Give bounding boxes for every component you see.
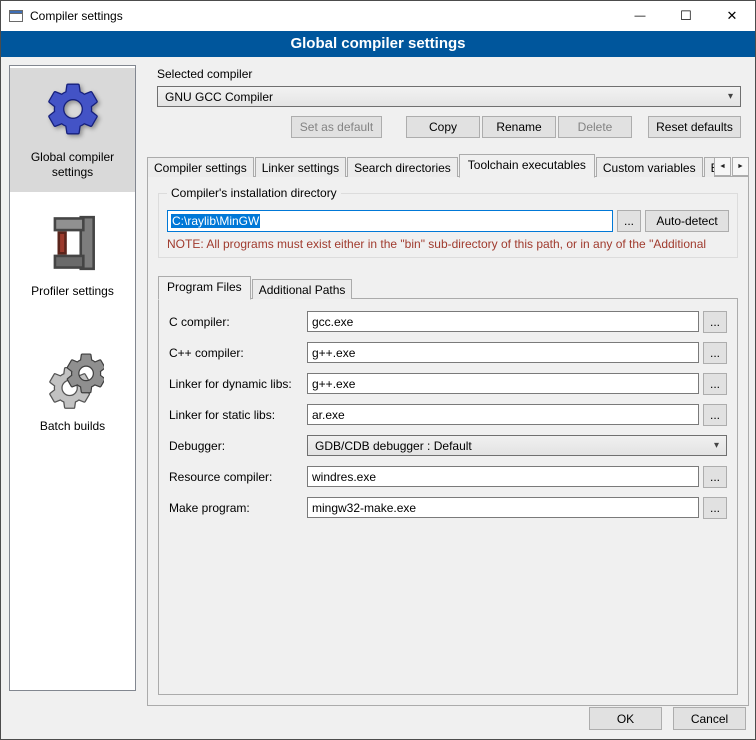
- install-dir-browse-button[interactable]: ...: [617, 210, 641, 232]
- install-dir-groupbox: Compiler's installation directory C:\ray…: [158, 193, 738, 258]
- tab-scroll-right-icon[interactable]: ►: [732, 157, 749, 176]
- tab-build-options-truncated[interactable]: Buil: [704, 157, 714, 177]
- sidebar-item-label: Global compiler settings: [13, 150, 132, 180]
- compiler-buttons-row: Set as default Copy Rename Delete Reset …: [157, 116, 741, 138]
- cpp-compiler-row: C++ compiler: ...: [169, 342, 727, 363]
- cpp-compiler-browse-button[interactable]: ...: [703, 342, 727, 364]
- tab-search-directories[interactable]: Search directories: [347, 157, 458, 177]
- tab-toolchain-executables[interactable]: Toolchain executables: [459, 154, 595, 178]
- toolchain-executables-panel: Compiler's installation directory C:\ray…: [147, 176, 749, 706]
- cpp-compiler-input[interactable]: [307, 342, 699, 363]
- sidebar-item-profiler-settings[interactable]: Profiler settings: [10, 202, 135, 311]
- resource-compiler-label: Resource compiler:: [169, 470, 307, 484]
- sidebar-item-label: Profiler settings: [31, 284, 114, 299]
- window-title: Compiler settings: [30, 9, 123, 23]
- window-controls: — ☐ ✕: [617, 1, 755, 31]
- delete-button[interactable]: Delete: [558, 116, 632, 138]
- close-button[interactable]: ✕: [709, 1, 755, 31]
- rename-button[interactable]: Rename: [482, 116, 556, 138]
- install-dir-selected-text: C:\raylib\MinGW: [171, 214, 260, 228]
- install-dir-group-title: Compiler's installation directory: [167, 186, 341, 200]
- linker-dynamic-row: Linker for dynamic libs: ...: [169, 373, 727, 394]
- note-text: NOTE: All programs must exist either in …: [167, 237, 729, 251]
- c-compiler-input[interactable]: [307, 311, 699, 332]
- tab-compiler-settings[interactable]: Compiler settings: [147, 157, 254, 177]
- resource-compiler-row: Resource compiler: ...: [169, 466, 727, 487]
- program-files-panel: C compiler: ... C++ compiler: ... Linker…: [158, 298, 738, 695]
- ok-button[interactable]: OK: [589, 707, 662, 730]
- debugger-row: Debugger: GDB/CDB debugger : Default ▾: [169, 435, 727, 456]
- make-program-browse-button[interactable]: ...: [703, 497, 727, 519]
- cancel-button[interactable]: Cancel: [673, 707, 746, 730]
- debugger-label: Debugger:: [169, 439, 307, 453]
- linker-dynamic-input[interactable]: [307, 373, 699, 394]
- linker-static-browse-button[interactable]: ...: [703, 404, 727, 426]
- tab-bar: Compiler settings Linker settings Search…: [147, 152, 749, 176]
- linker-dynamic-label: Linker for dynamic libs:: [169, 377, 307, 391]
- maximize-button[interactable]: ☐: [663, 1, 709, 31]
- blue-gear-icon: [42, 78, 104, 140]
- debugger-select[interactable]: GDB/CDB debugger : Default ▾: [307, 435, 727, 456]
- resource-compiler-browse-button[interactable]: ...: [703, 466, 727, 488]
- autodetect-button[interactable]: Auto-detect: [645, 210, 729, 232]
- titlebar[interactable]: Compiler settings — ☐ ✕: [1, 1, 755, 31]
- subtab-bar: Program Files Additional Paths: [158, 274, 738, 298]
- linker-static-label: Linker for static libs:: [169, 408, 307, 422]
- reset-defaults-button[interactable]: Reset defaults: [648, 116, 741, 138]
- sidebar: Global compiler settings Profiler settin…: [9, 65, 136, 691]
- install-dir-row: C:\raylib\MinGW ... Auto-detect: [167, 210, 729, 232]
- main-content: Selected compiler GNU GCC Compiler ▾ Set…: [147, 65, 749, 706]
- tab-scroll-buttons: ◄ ►: [714, 157, 749, 176]
- resource-compiler-input[interactable]: [307, 466, 699, 487]
- copy-button[interactable]: Copy: [406, 116, 480, 138]
- debugger-value: GDB/CDB debugger : Default: [315, 439, 472, 453]
- make-program-input[interactable]: [307, 497, 699, 518]
- sidebar-item-label: Batch builds: [40, 419, 105, 434]
- c-compiler-label: C compiler:: [169, 315, 307, 329]
- linker-dynamic-browse-button[interactable]: ...: [703, 373, 727, 395]
- tab-scroll-left-icon[interactable]: ◄: [714, 157, 731, 176]
- linker-static-input[interactable]: [307, 404, 699, 425]
- profiler-clamp-icon: [42, 212, 104, 274]
- app-icon: [8, 8, 24, 24]
- page-title: Global compiler settings: [1, 31, 755, 57]
- make-program-row: Make program: ...: [169, 497, 727, 518]
- subtab-program-files[interactable]: Program Files: [158, 276, 251, 300]
- sidebar-item-batch-builds[interactable]: Batch builds: [10, 337, 135, 446]
- sidebar-item-global-compiler-settings[interactable]: Global compiler settings: [10, 68, 135, 192]
- chevron-down-icon: ▾: [714, 441, 719, 451]
- c-compiler-row: C compiler: ...: [169, 311, 727, 332]
- selected-compiler-value: GNU GCC Compiler: [165, 90, 273, 104]
- selected-compiler-label: Selected compiler: [157, 67, 741, 81]
- chevron-down-icon: ▾: [728, 92, 733, 102]
- compiler-selection-section: Selected compiler GNU GCC Compiler ▾ Set…: [147, 65, 749, 138]
- tab-custom-variables[interactable]: Custom variables: [596, 157, 703, 177]
- set-as-default-button[interactable]: Set as default: [291, 116, 382, 138]
- batch-gears-icon: [42, 347, 104, 409]
- install-dir-input[interactable]: C:\raylib\MinGW: [167, 210, 613, 232]
- subtab-additional-paths[interactable]: Additional Paths: [252, 279, 353, 299]
- dialog-footer: OK Cancel: [589, 707, 746, 730]
- tab-linker-settings[interactable]: Linker settings: [255, 157, 346, 177]
- minimize-button[interactable]: —: [617, 1, 663, 31]
- make-program-label: Make program:: [169, 501, 307, 515]
- linker-static-row: Linker for static libs: ...: [169, 404, 727, 425]
- compiler-settings-window: Compiler settings — ☐ ✕ Global compiler …: [0, 0, 756, 740]
- c-compiler-browse-button[interactable]: ...: [703, 311, 727, 333]
- cpp-compiler-label: C++ compiler:: [169, 346, 307, 360]
- selected-compiler-select[interactable]: GNU GCC Compiler ▾: [157, 86, 741, 107]
